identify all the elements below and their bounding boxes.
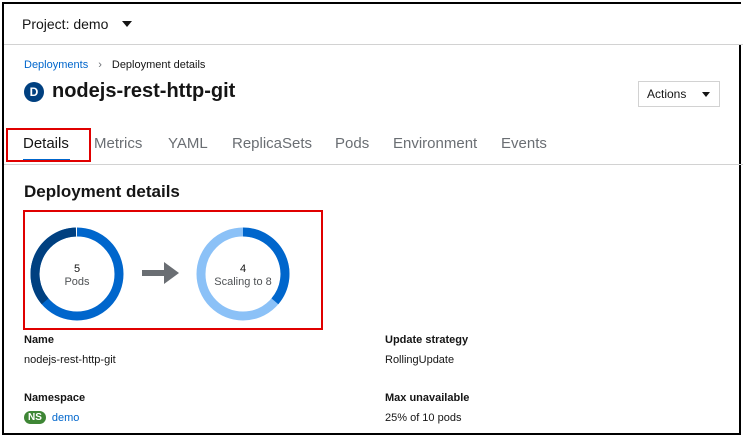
target-pods-count: 4 xyxy=(239,263,247,275)
tab-metrics[interactable]: Metrics xyxy=(94,135,142,152)
update-strategy-value: RollingUpdate xyxy=(385,354,455,366)
namespace-row: NS demo xyxy=(24,411,85,424)
project-selector[interactable]: Project: demo xyxy=(22,13,133,35)
arrow-right-icon xyxy=(142,262,179,284)
console-window: Project: demo Deployments › Deployment d… xyxy=(2,2,743,435)
project-bar: Project: demo xyxy=(4,4,743,45)
tab-environment[interactable]: Environment xyxy=(393,135,477,152)
actions-dropdown[interactable]: Actions xyxy=(638,81,720,107)
name-value: nodejs-rest-http-git xyxy=(24,354,116,366)
update-strategy-field: Update strategy RollingUpdate xyxy=(385,334,468,366)
max-unavailable-field: Max unavailable 25% of 10 pods xyxy=(385,392,469,424)
tab-pods[interactable]: Pods xyxy=(335,135,369,152)
current-pods-count: 5 xyxy=(73,263,81,275)
page-heading: D nodejs-rest-http-git xyxy=(24,80,235,103)
max-unavailable-value: 25% of 10 pods xyxy=(385,412,462,424)
page-title: nodejs-rest-http-git xyxy=(52,80,236,102)
namespace-label: Namespace xyxy=(24,392,86,404)
breadcrumb-current: Deployment details xyxy=(111,59,206,71)
tab-yaml[interactable]: YAML xyxy=(168,135,208,152)
tab-events[interactable]: Events xyxy=(501,135,547,152)
deployment-badge: D xyxy=(24,81,44,102)
current-pods-caption: Pods xyxy=(64,276,90,288)
breadcrumb: Deployments › Deployment details xyxy=(24,59,205,71)
current-pods-label: 5 Pods xyxy=(37,263,117,289)
caret-down-icon xyxy=(702,91,710,97)
name-label: Name xyxy=(24,334,54,346)
update-strategy-label: Update strategy xyxy=(385,334,469,346)
namespace-badge: NS xyxy=(24,411,46,424)
caret-down-icon xyxy=(122,21,133,27)
project-selector-label: Project: demo xyxy=(22,16,109,32)
section-title: Deployment details xyxy=(24,182,180,201)
breadcrumb-deployments-link[interactable]: Deployments xyxy=(24,59,88,71)
max-unavailable-label: Max unavailable xyxy=(385,392,470,404)
tab-bar: Details Metrics YAML ReplicaSets Pods En… xyxy=(4,128,743,165)
namespace-field: Namespace NS demo xyxy=(24,392,85,424)
target-pods-label: 4 Scaling to 8 xyxy=(203,263,283,289)
tab-replicasets[interactable]: ReplicaSets xyxy=(232,135,312,152)
chevron-right-icon: › xyxy=(98,59,102,71)
details-tab-highlight xyxy=(6,128,91,162)
name-field: Name nodejs-rest-http-git xyxy=(24,334,116,366)
actions-label: Actions xyxy=(647,87,687,101)
namespace-link[interactable]: demo xyxy=(52,412,80,424)
target-pods-caption: Scaling to 8 xyxy=(214,276,272,288)
